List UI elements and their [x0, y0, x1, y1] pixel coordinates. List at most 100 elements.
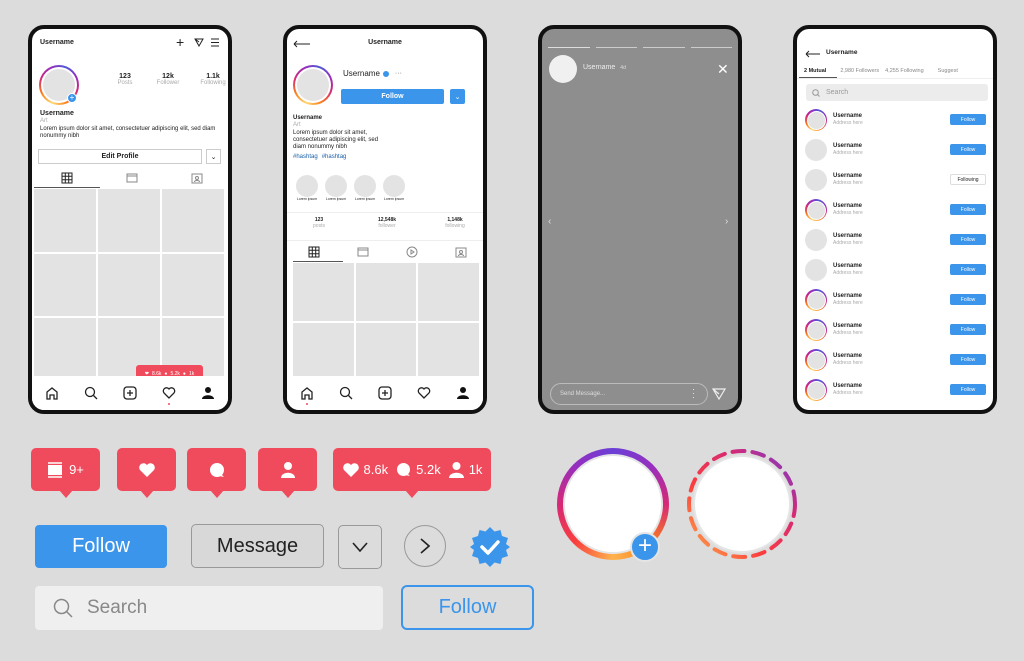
post-thumbnail[interactable]: [98, 253, 160, 317]
chevron-down-icon[interactable]: ⌄: [450, 89, 465, 104]
hashtag-link[interactable]: #hashtag: [322, 154, 347, 160]
follow-outline-button[interactable]: Follow: [401, 585, 534, 630]
user-name[interactable]: Username: [833, 173, 862, 179]
post-thumbnail[interactable]: [162, 189, 224, 252]
new-post-icon[interactable]: [121, 384, 139, 402]
profile-icon[interactable]: [454, 384, 472, 402]
tab-followers[interactable]: 2,980 Followers: [840, 68, 879, 74]
user-avatar[interactable]: [805, 229, 827, 251]
user-name[interactable]: Username: [833, 143, 862, 149]
highlight[interactable]: Lorem ipsum: [383, 175, 405, 201]
user-avatar[interactable]: [805, 259, 827, 281]
user-avatar[interactable]: [805, 109, 827, 131]
search-bar[interactable]: Search: [35, 586, 383, 630]
post-thumbnail[interactable]: [34, 318, 96, 381]
user-name[interactable]: Username: [833, 203, 862, 209]
edit-profile-button[interactable]: Edit Profile: [38, 149, 202, 164]
post-thumbnail[interactable]: [34, 253, 96, 317]
follow-button[interactable]: Follow: [950, 144, 986, 155]
previous-icon[interactable]: ‹: [548, 216, 551, 227]
message-button[interactable]: Message: [191, 524, 324, 568]
reels-tab-icon[interactable]: [126, 172, 138, 184]
user-list-item[interactable]: Username Address here Follow: [805, 346, 986, 376]
post-thumbnail[interactable]: [34, 189, 96, 252]
follow-button[interactable]: Follow: [950, 294, 986, 305]
highlight[interactable]: Lorem ipsum: [296, 175, 318, 201]
highlight[interactable]: Lorem ipsum: [325, 175, 347, 201]
user-avatar[interactable]: [805, 319, 827, 341]
home-icon[interactable]: [298, 384, 316, 405]
post-thumbnail[interactable]: [293, 323, 354, 381]
search-icon[interactable]: [337, 384, 355, 402]
unseen-story-ring[interactable]: [686, 448, 798, 560]
profile-icon[interactable]: [199, 384, 217, 402]
grid-tab-icon[interactable]: [61, 172, 73, 184]
send-message-input[interactable]: Send Message...: [550, 383, 708, 405]
follow-button[interactable]: Follow: [341, 89, 444, 104]
post-thumbnail[interactable]: [355, 323, 417, 381]
new-post-icon[interactable]: [376, 384, 394, 402]
follow-button[interactable]: Follow: [950, 204, 986, 215]
user-name[interactable]: Username: [833, 383, 862, 389]
follow-button[interactable]: Follow: [950, 384, 986, 395]
search-input[interactable]: Search: [806, 84, 988, 101]
grid-tab-icon[interactable]: [308, 246, 320, 258]
tagged-tab-icon[interactable]: [455, 246, 467, 258]
user-avatar[interactable]: [805, 139, 827, 161]
user-name[interactable]: Username: [833, 353, 862, 359]
user-list-item[interactable]: Username Address here Follow: [805, 106, 986, 136]
follow-button[interactable]: Follow: [950, 324, 986, 335]
add-story-icon[interactable]: +: [630, 532, 660, 562]
tab-following[interactable]: 4,255 Following: [885, 68, 924, 74]
reels-tab-icon[interactable]: [357, 246, 369, 258]
video-tab-icon[interactable]: [406, 246, 418, 258]
user-avatar[interactable]: [805, 199, 827, 221]
chevron-down-icon[interactable]: ⌄: [206, 149, 221, 164]
highlight[interactable]: Lorem ipsum: [354, 175, 376, 201]
post-thumbnail[interactable]: [293, 263, 354, 321]
search-icon[interactable]: [82, 384, 100, 402]
send-icon[interactable]: [712, 388, 726, 400]
follow-button[interactable]: Follow: [950, 234, 986, 245]
user-list-item[interactable]: Username Address here Follow: [805, 226, 986, 256]
story-avatar[interactable]: [549, 55, 577, 83]
avatar[interactable]: [293, 65, 333, 105]
next-button[interactable]: [404, 525, 446, 567]
story-username[interactable]: Username: [583, 64, 615, 71]
user-list-item[interactable]: Username Address here Follow: [805, 136, 986, 166]
activity-heart-icon[interactable]: [160, 384, 178, 405]
send-icon[interactable]: [194, 38, 204, 47]
tagged-tab-icon[interactable]: [191, 172, 203, 184]
menu-icon[interactable]: [210, 38, 220, 47]
hashtag-link[interactable]: #hashtag: [293, 154, 318, 160]
user-avatar[interactable]: [805, 169, 827, 191]
add-story-icon[interactable]: +: [67, 93, 77, 103]
user-name[interactable]: Username: [833, 293, 862, 299]
user-name[interactable]: Username: [833, 323, 862, 329]
user-list-item[interactable]: Username Address here Follow: [805, 256, 986, 286]
add-icon[interactable]: +: [176, 34, 184, 50]
home-icon[interactable]: [43, 384, 61, 402]
close-icon[interactable]: ✕: [717, 61, 729, 78]
follow-button[interactable]: Follow: [950, 114, 986, 125]
back-arrow-icon[interactable]: [805, 50, 821, 58]
next-icon[interactable]: ›: [725, 216, 728, 227]
post-thumbnail[interactable]: [98, 189, 160, 252]
user-name[interactable]: Username: [833, 113, 862, 119]
user-list-item[interactable]: Username Address here Follow: [805, 196, 986, 226]
follow-button[interactable]: Follow: [950, 354, 986, 365]
tab-suggested[interactable]: Suggest: [938, 68, 958, 74]
more-options-icon[interactable]: ···: [692, 385, 696, 402]
follow-button[interactable]: Follow: [35, 525, 167, 568]
tab-mutual[interactable]: 2 Mutual: [804, 68, 826, 74]
user-list-item[interactable]: Username Address here Follow: [805, 376, 986, 406]
activity-heart-icon[interactable]: [415, 384, 433, 402]
dropdown-button[interactable]: [338, 525, 382, 569]
user-name[interactable]: Username: [833, 263, 862, 269]
more-options-icon[interactable]: ···: [395, 70, 402, 77]
post-thumbnail[interactable]: [418, 263, 479, 321]
user-name[interactable]: Username: [833, 233, 862, 239]
follow-button[interactable]: Follow: [950, 264, 986, 275]
user-list-item[interactable]: Username Address here Follow: [805, 316, 986, 346]
user-avatar[interactable]: [805, 349, 827, 371]
